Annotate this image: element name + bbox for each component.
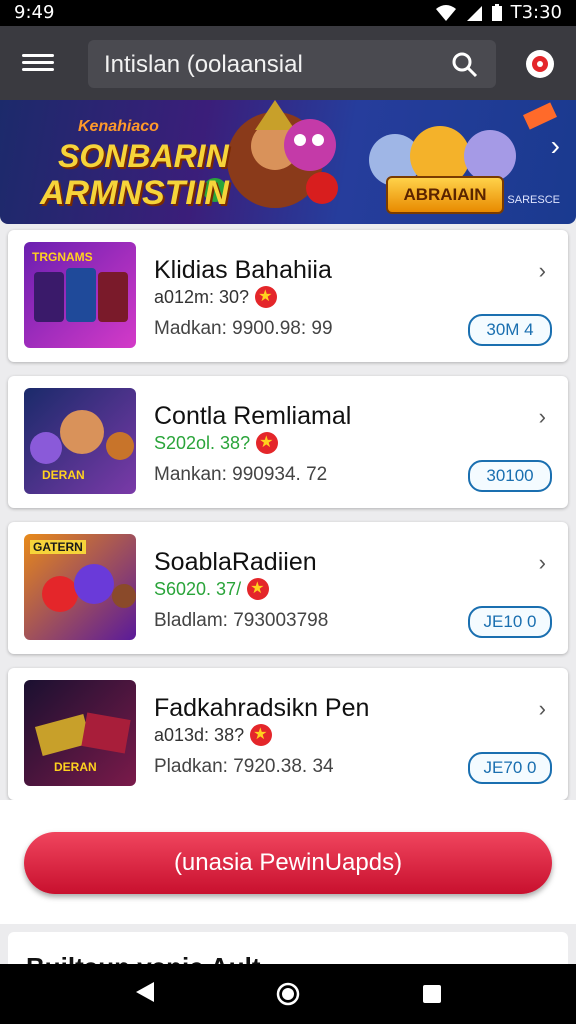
promo-banner[interactable]: Kenahiaco SONBARIN ARMNSTIIN ABRAIAIN SA… xyxy=(0,100,576,224)
banner-logo: ABRAIAIN xyxy=(386,176,504,214)
game-thumbnail: GATERN xyxy=(24,534,136,640)
game-detail: Mankan: 990934. 72 xyxy=(154,464,328,485)
home-icon[interactable] xyxy=(276,982,300,1006)
banner-caption: SARESCE xyxy=(507,194,560,206)
game-title: Fadkahradsikn Pen xyxy=(154,694,370,722)
chevron-right-icon[interactable]: › xyxy=(539,258,546,284)
game-stat: S6020. 37/ xyxy=(154,578,270,600)
chevron-right-icon[interactable]: › xyxy=(539,404,546,430)
search-text[interactable]: Intislan (oolaansial xyxy=(104,51,303,79)
star-icon xyxy=(247,578,270,600)
thumbnail-label: TRGNAMS xyxy=(32,250,93,264)
game-action-button[interactable]: 30M 4 xyxy=(468,314,552,346)
game-title: Klidias Bahahiia xyxy=(154,256,332,284)
game-card[interactable]: GATERN SoablaRadiien S6020. 37/ Bladlam:… xyxy=(8,522,568,654)
status-icons: T3:30 xyxy=(435,2,562,23)
game-stat-text: a012m: 30? xyxy=(154,286,250,307)
banner-title-1: SONBARIN xyxy=(58,138,229,174)
game-thumbnail: DERAN xyxy=(24,680,136,786)
menu-button[interactable] xyxy=(22,50,54,76)
game-stat-text: a013d: 38? xyxy=(154,724,245,745)
game-stat: S202ol. 38? xyxy=(154,432,279,454)
primary-cta-button[interactable]: (unasia PewinUapds) xyxy=(24,832,552,894)
game-action-button[interactable]: JE10 0 xyxy=(468,606,552,638)
game-card[interactable]: DERAN Fadkahradsikn Pen a013d: 38? Pladk… xyxy=(8,668,568,800)
game-thumbnail: TRGNAMS xyxy=(24,242,136,348)
game-card[interactable]: TRGNAMS Klidias Bahahiia a012m: 30? Madk… xyxy=(8,230,568,362)
star-icon xyxy=(250,724,273,746)
game-stat: a013d: 38? xyxy=(154,724,273,746)
search-icon[interactable] xyxy=(452,52,478,78)
game-detail: Bladlam: 7930037​98 xyxy=(154,610,329,631)
banner-title-2: ARMNSTIIN xyxy=(40,174,229,212)
game-stat: a012m: 30? xyxy=(154,286,278,308)
chevron-right-icon[interactable]: › xyxy=(539,550,546,576)
status-clock: T3:30 xyxy=(510,2,562,23)
game-title: SoablaRadiien xyxy=(154,548,317,576)
chevron-right-icon[interactable]: › xyxy=(551,130,560,162)
game-stat-text: S6020. 37/ xyxy=(154,578,242,599)
game-card[interactable]: DERAN Contla Remliamal S202ol. 38? Manka… xyxy=(8,376,568,508)
app-bar: Intislan (oolaansial xyxy=(0,26,576,100)
search-bar[interactable]: Intislan (oolaansial xyxy=(88,40,496,88)
star-icon xyxy=(256,432,279,454)
signal-icon xyxy=(466,5,482,21)
back-icon[interactable] xyxy=(134,980,156,1004)
wifi-icon xyxy=(435,4,456,21)
game-detail: Pladkan: 7920.38. 34 xyxy=(154,756,334,777)
thumbnail-label: GATERN xyxy=(30,540,86,554)
game-stat-text: S202ol. 38? xyxy=(154,432,251,453)
status-bar: 9:49 T3:30 xyxy=(0,0,576,26)
game-action-button[interactable]: JE70 0 xyxy=(468,752,552,784)
thumbnail-label: DERAN xyxy=(54,760,97,774)
chevron-right-icon[interactable]: › xyxy=(539,696,546,722)
battery-icon xyxy=(491,3,502,21)
profile-icon[interactable] xyxy=(524,48,556,80)
game-title: Contla Remliamal xyxy=(154,402,352,430)
thumbnail-label: DERAN xyxy=(42,468,85,482)
game-action-button[interactable]: 30100 xyxy=(468,460,552,492)
game-detail: Madkan: 9900.98: 99 xyxy=(154,318,333,339)
system-nav-bar xyxy=(0,964,576,1024)
game-thumbnail: DERAN xyxy=(24,388,136,494)
star-icon xyxy=(255,286,278,308)
banner-kicker: Kenahiaco xyxy=(78,118,159,135)
recents-icon[interactable] xyxy=(422,984,442,1004)
status-time: 9:49 xyxy=(14,2,55,23)
